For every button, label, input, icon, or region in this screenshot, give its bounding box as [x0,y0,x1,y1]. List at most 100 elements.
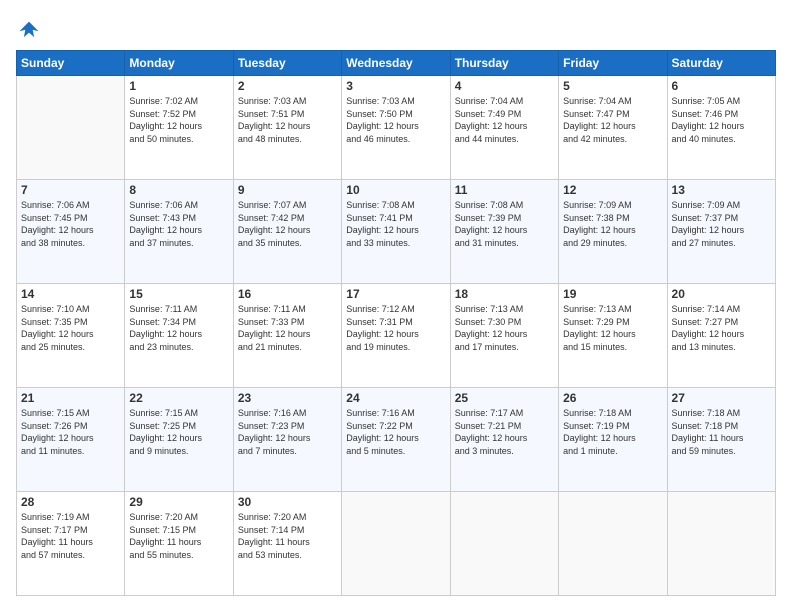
calendar-cell: 4Sunrise: 7:04 AMSunset: 7:49 PMDaylight… [450,76,558,180]
calendar-week-row: 14 Sunrise: 7:10 AMSunset: 7:35 PMDayligh… [17,284,776,388]
calendar-cell: 12Sunrise: 7:09 AMSunset: 7:38 PMDayligh… [559,180,667,284]
day-info: Sunrise: 7:11 AMSunset: 7:34 PMDaylight:… [129,303,228,353]
day-info: Sunrise: 7:02 AMSunset: 7:52 PMDaylight:… [129,95,228,145]
day-number: 6 [672,79,771,93]
day-number: 26 [563,391,662,405]
day-info: Sunrise: 7:14 AMSunset: 7:27 PMDaylight:… [672,303,771,353]
calendar-cell: 19 Sunrise: 7:13 AMSunset: 7:29 PMDayligh… [559,284,667,388]
day-info: Sunrise: 7:05 AMSunset: 7:46 PMDaylight:… [672,95,771,145]
calendar-cell [17,76,125,180]
day-info: Sunrise: 7:13 AMSunset: 7:29 PMDaylight:… [563,303,662,353]
day-info: Sunrise: 7:07 AMSunset: 7:42 PMDaylight:… [238,199,337,249]
day-info: Sunrise: 7:08 AMSunset: 7:41 PMDaylight:… [346,199,445,249]
calendar-cell: 11Sunrise: 7:08 AMSunset: 7:39 PMDayligh… [450,180,558,284]
calendar-cell: 7 Sunrise: 7:06 AMSunset: 7:45 PMDaylight… [17,180,125,284]
calendar-week-row: 1 Sunrise: 7:02 AMSunset: 7:52 PMDaylight… [17,76,776,180]
day-info: Sunrise: 7:15 AMSunset: 7:25 PMDaylight:… [129,407,228,457]
day-number: 7 [21,183,120,197]
day-info: Sunrise: 7:04 AMSunset: 7:47 PMDaylight:… [563,95,662,145]
calendar-header-row: SundayMondayTuesdayWednesdayThursdayFrid… [17,51,776,76]
day-number: 24 [346,391,445,405]
day-number: 29 [129,495,228,509]
calendar-week-row: 7 Sunrise: 7:06 AMSunset: 7:45 PMDaylight… [17,180,776,284]
day-info: Sunrise: 7:13 AMSunset: 7:30 PMDaylight:… [455,303,554,353]
col-header-tuesday: Tuesday [233,51,341,76]
day-number: 3 [346,79,445,93]
day-number: 23 [238,391,337,405]
logo-bird-icon [18,18,40,40]
day-number: 14 [21,287,120,301]
calendar-cell [559,492,667,596]
day-info: Sunrise: 7:11 AMSunset: 7:33 PMDaylight:… [238,303,337,353]
calendar-cell: 8 Sunrise: 7:06 AMSunset: 7:43 PMDaylight… [125,180,233,284]
day-number: 16 [238,287,337,301]
day-info: Sunrise: 7:19 AMSunset: 7:17 PMDaylight:… [21,511,120,561]
day-number: 30 [238,495,337,509]
day-info: Sunrise: 7:10 AMSunset: 7:35 PMDaylight:… [21,303,120,353]
calendar-cell: 15 Sunrise: 7:11 AMSunset: 7:34 PMDayligh… [125,284,233,388]
day-info: Sunrise: 7:18 AMSunset: 7:18 PMDaylight:… [672,407,771,457]
day-info: Sunrise: 7:08 AMSunset: 7:39 PMDaylight:… [455,199,554,249]
day-number: 18 [455,287,554,301]
calendar-cell [667,492,775,596]
calendar-cell: 10Sunrise: 7:08 AMSunset: 7:41 PMDayligh… [342,180,450,284]
col-header-wednesday: Wednesday [342,51,450,76]
calendar-cell: 26 Sunrise: 7:18 AMSunset: 7:19 PMDayligh… [559,388,667,492]
day-info: Sunrise: 7:16 AMSunset: 7:23 PMDaylight:… [238,407,337,457]
page-header [16,16,776,40]
day-info: Sunrise: 7:20 AMSunset: 7:14 PMDaylight:… [238,511,337,561]
day-number: 28 [21,495,120,509]
day-info: Sunrise: 7:12 AMSunset: 7:31 PMDaylight:… [346,303,445,353]
day-number: 19 [563,287,662,301]
calendar-cell [450,492,558,596]
calendar-cell: 29Sunrise: 7:20 AMSunset: 7:15 PMDayligh… [125,492,233,596]
day-number: 15 [129,287,228,301]
day-number: 17 [346,287,445,301]
calendar-week-row: 28 Sunrise: 7:19 AMSunset: 7:17 PMDayligh… [17,492,776,596]
day-number: 13 [672,183,771,197]
calendar-cell: 18 Sunrise: 7:13 AMSunset: 7:30 PMDayligh… [450,284,558,388]
calendar-cell: 20 Sunrise: 7:14 AMSunset: 7:27 PMDayligh… [667,284,775,388]
calendar-cell: 25 Sunrise: 7:17 AMSunset: 7:21 PMDayligh… [450,388,558,492]
calendar-cell: 3 Sunrise: 7:03 AMSunset: 7:50 PMDaylight… [342,76,450,180]
calendar-cell: 27 Sunrise: 7:18 AMSunset: 7:18 PMDayligh… [667,388,775,492]
calendar-cell: 5 Sunrise: 7:04 AMSunset: 7:47 PMDaylight… [559,76,667,180]
day-number: 21 [21,391,120,405]
day-number: 1 [129,79,228,93]
day-info: Sunrise: 7:06 AMSunset: 7:43 PMDaylight:… [129,199,228,249]
calendar-cell: 6 Sunrise: 7:05 AMSunset: 7:46 PMDaylight… [667,76,775,180]
col-header-thursday: Thursday [450,51,558,76]
day-info: Sunrise: 7:06 AMSunset: 7:45 PMDaylight:… [21,199,120,249]
calendar-cell: 17 Sunrise: 7:12 AMSunset: 7:31 PMDayligh… [342,284,450,388]
day-number: 25 [455,391,554,405]
col-header-saturday: Saturday [667,51,775,76]
day-info: Sunrise: 7:17 AMSunset: 7:21 PMDaylight:… [455,407,554,457]
day-info: Sunrise: 7:18 AMSunset: 7:19 PMDaylight:… [563,407,662,457]
day-info: Sunrise: 7:09 AMSunset: 7:37 PMDaylight:… [672,199,771,249]
col-header-sunday: Sunday [17,51,125,76]
calendar-cell: 2Sunrise: 7:03 AMSunset: 7:51 PMDaylight… [233,76,341,180]
calendar-cell: 22 Sunrise: 7:15 AMSunset: 7:25 PMDayligh… [125,388,233,492]
day-info: Sunrise: 7:09 AMSunset: 7:38 PMDaylight:… [563,199,662,249]
day-info: Sunrise: 7:15 AMSunset: 7:26 PMDaylight:… [21,407,120,457]
calendar-cell: 16 Sunrise: 7:11 AMSunset: 7:33 PMDayligh… [233,284,341,388]
calendar-cell: 9 Sunrise: 7:07 AMSunset: 7:42 PMDaylight… [233,180,341,284]
day-number: 5 [563,79,662,93]
day-info: Sunrise: 7:16 AMSunset: 7:22 PMDaylight:… [346,407,445,457]
calendar-cell [342,492,450,596]
day-info: Sunrise: 7:03 AMSunset: 7:50 PMDaylight:… [346,95,445,145]
calendar-cell: 21 Sunrise: 7:15 AMSunset: 7:26 PMDayligh… [17,388,125,492]
calendar-table: SundayMondayTuesdayWednesdayThursdayFrid… [16,50,776,596]
calendar-cell: 30 Sunrise: 7:20 AMSunset: 7:14 PMDayligh… [233,492,341,596]
calendar-cell: 13 Sunrise: 7:09 AMSunset: 7:37 PMDayligh… [667,180,775,284]
day-number: 8 [129,183,228,197]
day-number: 9 [238,183,337,197]
day-number: 22 [129,391,228,405]
day-number: 27 [672,391,771,405]
day-number: 4 [455,79,554,93]
day-number: 20 [672,287,771,301]
day-info: Sunrise: 7:03 AMSunset: 7:51 PMDaylight:… [238,95,337,145]
calendar-cell: 23 Sunrise: 7:16 AMSunset: 7:23 PMDayligh… [233,388,341,492]
calendar-week-row: 21 Sunrise: 7:15 AMSunset: 7:26 PMDayligh… [17,388,776,492]
calendar-cell: 1 Sunrise: 7:02 AMSunset: 7:52 PMDaylight… [125,76,233,180]
